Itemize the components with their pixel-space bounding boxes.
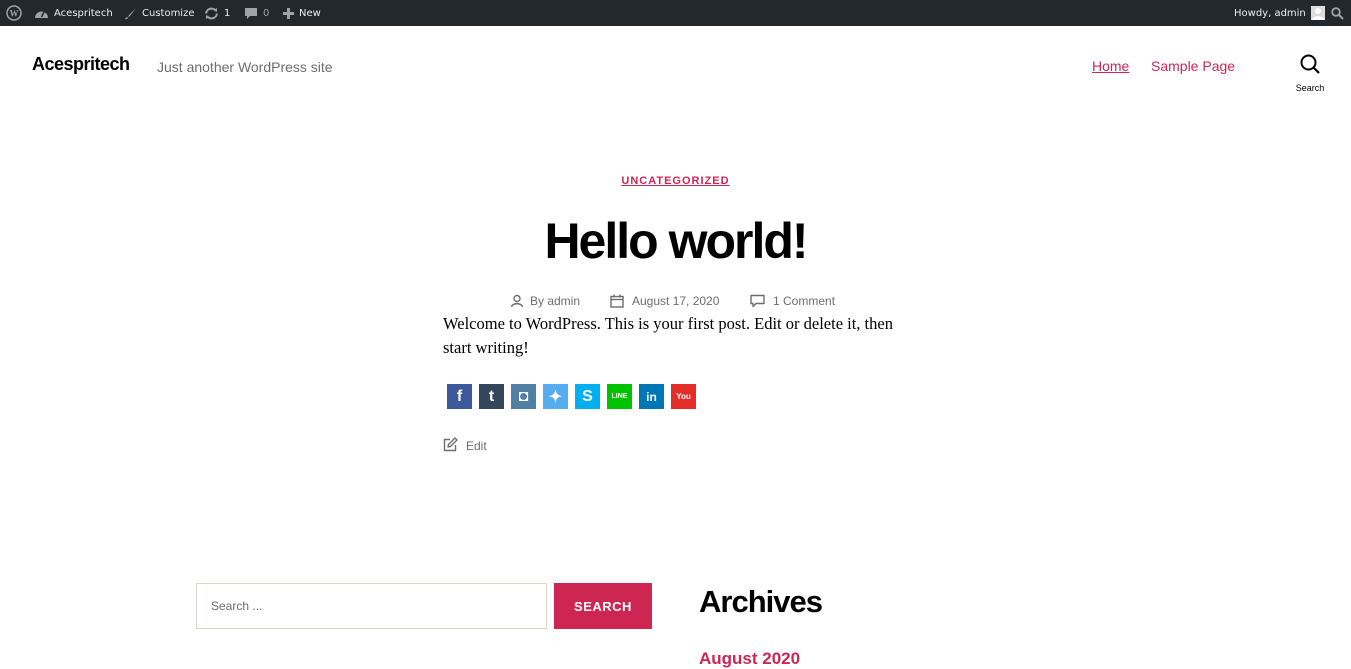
tumblr-icon[interactable]: t xyxy=(479,384,504,409)
edit-label: Edit xyxy=(466,439,487,453)
twitter-icon[interactable]: ✦ xyxy=(543,384,568,409)
edit-icon xyxy=(443,437,458,455)
edit-post-link[interactable]: Edit xyxy=(443,437,487,455)
avatar xyxy=(1310,6,1325,20)
facebook-icon[interactable]: f xyxy=(447,384,472,409)
comment-icon xyxy=(244,7,258,20)
line-glyph: LINE xyxy=(611,393,628,400)
brush-icon xyxy=(124,7,137,20)
nav-item-home[interactable]: Home xyxy=(1092,58,1129,74)
svg-text:W: W xyxy=(10,9,19,19)
calendar-icon xyxy=(610,294,624,308)
post-date-link[interactable]: August 17, 2020 xyxy=(632,294,719,308)
skype-glyph: S xyxy=(582,387,593,405)
tumblr-glyph: t xyxy=(488,387,495,405)
admin-bar-updates[interactable]: 1 xyxy=(204,0,230,26)
youtube-glyph: You xyxy=(676,392,691,401)
user-icon xyxy=(510,294,524,308)
facebook-glyph: f xyxy=(456,387,463,405)
post-title: Hello world! xyxy=(544,213,808,269)
updates-icon xyxy=(204,7,219,20)
twitter-glyph: ✦ xyxy=(548,388,563,406)
nav-item-sample-page[interactable]: Sample Page xyxy=(1151,58,1235,74)
comment-icon xyxy=(750,294,765,308)
admin-bar-howdy: Howdy, admin xyxy=(1234,7,1306,19)
post-comments-link[interactable]: 1 Comment xyxy=(773,294,835,308)
admin-bar-updates-count: 1 xyxy=(224,7,231,19)
wordpress-logo-icon[interactable]: W xyxy=(6,0,22,26)
linkedin-glyph: in xyxy=(646,389,657,404)
admin-bar-site-link[interactable]: Acespritech xyxy=(34,0,113,26)
category-link[interactable]: UNCATEGORIZED xyxy=(621,175,729,187)
admin-bar-account[interactable]: Howdy, admin xyxy=(1234,0,1325,26)
post-author-link[interactable]: By admin xyxy=(530,294,580,308)
search-input[interactable]: Search ... xyxy=(196,583,547,629)
admin-bar-comments-count: 0 xyxy=(263,7,270,19)
admin-bar-site-name: Acespritech xyxy=(54,7,113,19)
site-title[interactable]: Acespritech xyxy=(32,54,130,75)
skype-icon[interactable]: S xyxy=(575,384,600,409)
admin-bar-customize-label: Customize xyxy=(142,7,195,19)
dashboard-icon xyxy=(34,7,49,19)
search-icon xyxy=(1331,6,1344,20)
search-submit-button[interactable]: SEARCH xyxy=(554,583,652,629)
admin-bar-search[interactable] xyxy=(1331,0,1344,26)
search-icon xyxy=(1300,54,1320,79)
instagram-icon[interactable]: ◘ xyxy=(511,384,536,409)
search-toggle-button[interactable]: Search xyxy=(1288,54,1332,94)
post-category: UNCATEGORIZED xyxy=(0,171,1351,189)
admin-bar: W Acespritech Customize 1 0 New Howdy, a… xyxy=(0,0,1351,26)
admin-bar-new[interactable]: New xyxy=(283,0,321,26)
admin-bar-customize[interactable]: Customize xyxy=(124,0,195,26)
post-comments: 1 Comment xyxy=(750,293,835,309)
archives-heading: Archives xyxy=(699,584,823,619)
wordpress-icon: W xyxy=(6,5,22,21)
instagram-glyph: ◘ xyxy=(518,387,529,405)
site-tagline: Just another WordPress site xyxy=(157,59,333,75)
post-date: August 17, 2020 xyxy=(610,293,719,309)
search-toggle-label: Search xyxy=(1295,83,1325,93)
archive-link-august-2020[interactable]: August 2020 xyxy=(699,649,800,669)
admin-bar-comments[interactable]: 0 xyxy=(244,0,269,26)
admin-bar-new-label: New xyxy=(299,7,321,19)
youtube-icon[interactable]: You xyxy=(671,384,696,409)
line-icon[interactable]: LINE xyxy=(607,384,632,409)
post-content: Welcome to WordPress. This is your first… xyxy=(443,314,893,357)
linkedin-icon[interactable]: in xyxy=(639,384,664,409)
post-author: By admin xyxy=(510,293,580,309)
plus-icon xyxy=(283,7,294,19)
